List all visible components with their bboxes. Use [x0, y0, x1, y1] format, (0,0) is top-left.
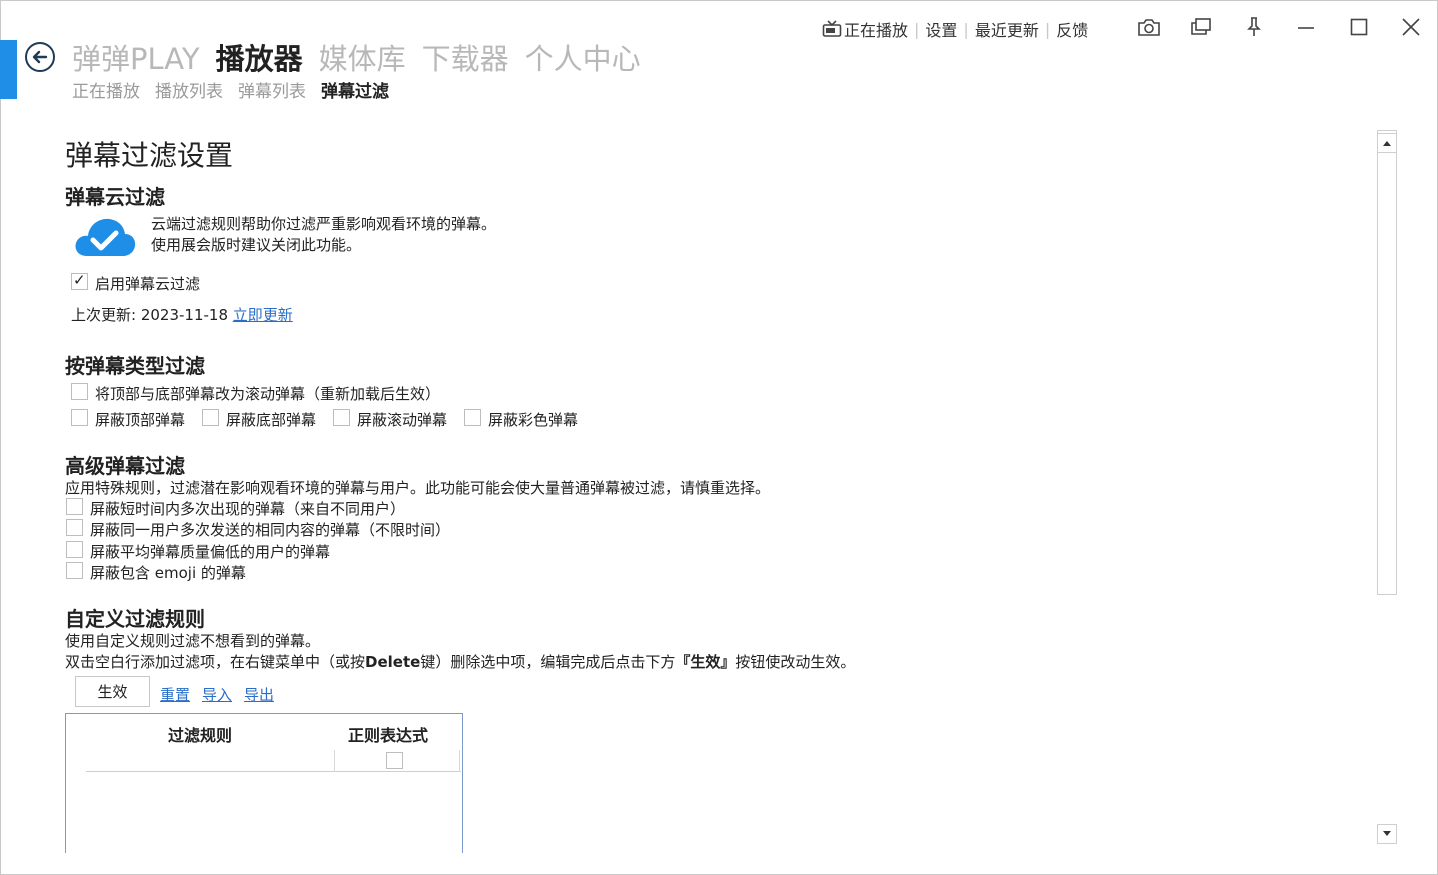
pin-icon — [1247, 17, 1261, 36]
advanced-opt-4-checkbox[interactable] — [66, 562, 83, 579]
type-filter-heading: 按弹幕类型过滤 — [65, 354, 205, 378]
advanced-desc: 应用特殊规则，过滤潜在影响观看环境的弹幕与用户。此功能可能会使大量普通弹幕被过滤… — [65, 479, 771, 497]
enable-cloud-filter-label: 启用弹幕云过滤 — [95, 275, 201, 293]
tab-danmaku-filter[interactable]: 弹幕过滤 — [321, 77, 389, 102]
tab-now-playing[interactable]: 正在播放 — [72, 77, 140, 102]
now-playing-link[interactable]: 正在播放 — [822, 17, 908, 41]
page-title: 弹幕过滤设置 — [65, 139, 234, 172]
nav-item-player[interactable]: 播放器 — [216, 36, 303, 78]
cloud-desc-2: 使用展会版时建议关闭此功能。 — [151, 236, 362, 254]
cell-divider — [334, 750, 335, 772]
cell-divider — [459, 750, 460, 772]
advanced-opt-2-label: 屏蔽同一用户多次发送的相同内容的弹幕（不限时间） — [90, 521, 451, 539]
block-top-checkbox[interactable] — [71, 409, 88, 426]
column-header-regex[interactable]: 正则表达式 — [348, 722, 428, 746]
custom-filter-heading: 自定义过滤规则 — [65, 607, 205, 631]
maximize-button[interactable] — [1346, 14, 1372, 40]
tv-icon — [822, 20, 842, 37]
minimize-icon — [1298, 27, 1314, 29]
minimize-button[interactable] — [1293, 14, 1319, 40]
advanced-opt-3-checkbox[interactable] — [66, 541, 83, 558]
advanced-opt-1-label: 屏蔽短时间内多次出现的弹幕（来自不同用户） — [90, 500, 406, 518]
custom-desc-1: 使用自定义规则过滤不想看到的弹幕。 — [65, 632, 321, 650]
top-links: 正在播放 | 设置 | 最近更新 | 反馈 — [822, 17, 1088, 41]
divider: | — [914, 19, 920, 39]
cloud-desc-1: 云端过滤规则帮助你过滤严重影响观看环境的弹幕。 — [151, 215, 497, 233]
advanced-opt-2-checkbox[interactable] — [66, 519, 83, 536]
close-icon — [1402, 18, 1420, 36]
tab-playlist[interactable]: 播放列表 — [155, 77, 223, 102]
divider: | — [963, 19, 969, 39]
column-header-rule[interactable]: 过滤规则 — [168, 722, 232, 746]
advanced-filter-heading: 高级弹幕过滤 — [65, 454, 185, 478]
cloud-filter-heading: 弹幕云过滤 — [65, 185, 165, 209]
apply-button[interactable]: 生效 — [75, 676, 150, 707]
recent-updates-link[interactable]: 最近更新 — [975, 17, 1039, 41]
caret-down-icon — [1383, 831, 1391, 836]
nav-item-library[interactable]: 媒体库 — [319, 36, 406, 78]
advanced-opt-3-label: 屏蔽平均弹幕质量偏低的用户的弹幕 — [90, 543, 331, 561]
advanced-opt-1-checkbox[interactable] — [66, 498, 83, 515]
accent-bar — [0, 40, 17, 99]
camera-icon — [1138, 19, 1160, 36]
scroll-up-button[interactable] — [1377, 133, 1397, 153]
back-button[interactable] — [25, 42, 55, 72]
block-bottom-label: 屏蔽底部弹幕 — [226, 411, 317, 429]
delete-key-text: Delete — [365, 653, 421, 671]
block-bottom-checkbox[interactable] — [202, 409, 219, 426]
table-row[interactable] — [86, 750, 461, 772]
vertical-scrollbar[interactable] — [1377, 130, 1397, 595]
last-update-label: 上次更新: 2023-11-18 — [71, 306, 228, 324]
convert-to-scroll-label: 将顶部与底部弹幕改为滚动弹幕（重新加载后生效） — [95, 385, 441, 403]
nav-item-profile[interactable]: 个人中心 — [525, 36, 641, 78]
maximize-icon — [1350, 18, 1368, 36]
update-now-link[interactable]: 立即更新 — [233, 306, 293, 324]
nav-item-downloader[interactable]: 下载器 — [422, 36, 509, 78]
nav-item-home[interactable]: 弹弹PLAY — [72, 36, 200, 78]
reset-link[interactable]: 重置 — [160, 684, 190, 705]
cloud-check-icon — [75, 218, 136, 256]
screenshot-button[interactable] — [1136, 14, 1162, 40]
pin-button[interactable] — [1241, 14, 1267, 40]
close-button[interactable] — [1398, 14, 1424, 40]
custom-rules-table[interactable]: 过滤规则 正则表达式 — [65, 713, 463, 853]
regex-checkbox[interactable] — [386, 752, 403, 769]
convert-to-scroll-checkbox[interactable] — [71, 383, 88, 400]
block-color-label: 屏蔽彩色弹幕 — [488, 411, 579, 429]
now-playing-label: 正在播放 — [844, 21, 909, 40]
custom-desc-2-b: 键）删除选中项，编辑完成后点击下方 — [420, 653, 676, 671]
feedback-link[interactable]: 反馈 — [1056, 17, 1088, 41]
last-update-row: 上次更新: 2023-11-18 立即更新 — [71, 304, 293, 325]
caret-up-icon — [1383, 141, 1391, 146]
main-nav: 弹弹PLAY 播放器 媒体库 下载器 个人中心 — [72, 36, 641, 78]
arrow-left-icon — [32, 50, 48, 64]
mini-mode-button[interactable] — [1188, 14, 1214, 40]
tab-danmaku-list[interactable]: 弹幕列表 — [238, 77, 306, 102]
import-link[interactable]: 导入 — [202, 684, 232, 705]
sub-nav: 正在播放 播放列表 弹幕列表 弹幕过滤 — [72, 77, 389, 102]
custom-desc-2-c: 按钮使改动生效。 — [735, 653, 856, 671]
block-color-checkbox[interactable] — [464, 409, 481, 426]
apply-ref-text: 『生效』 — [675, 653, 736, 671]
export-link[interactable]: 导出 — [244, 684, 274, 705]
windows-icon — [1191, 18, 1211, 35]
custom-desc-2: 双击空白行添加过滤项，在右键菜单中（或按Delete键）删除选中项，编辑完成后点… — [65, 651, 855, 672]
block-scroll-checkbox[interactable] — [333, 409, 350, 426]
advanced-opt-4-label: 屏蔽包含 emoji 的弹幕 — [90, 564, 246, 582]
divider: | — [1044, 19, 1051, 39]
block-top-label: 屏蔽顶部弹幕 — [95, 411, 186, 429]
scroll-down-button[interactable] — [1377, 824, 1397, 844]
enable-cloud-filter-checkbox[interactable] — [71, 271, 88, 290]
custom-desc-2-a: 双击空白行添加过滤项，在右键菜单中（或按 — [65, 653, 366, 671]
settings-link[interactable]: 设置 — [925, 17, 957, 41]
block-scroll-label: 屏蔽滚动弹幕 — [357, 411, 448, 429]
